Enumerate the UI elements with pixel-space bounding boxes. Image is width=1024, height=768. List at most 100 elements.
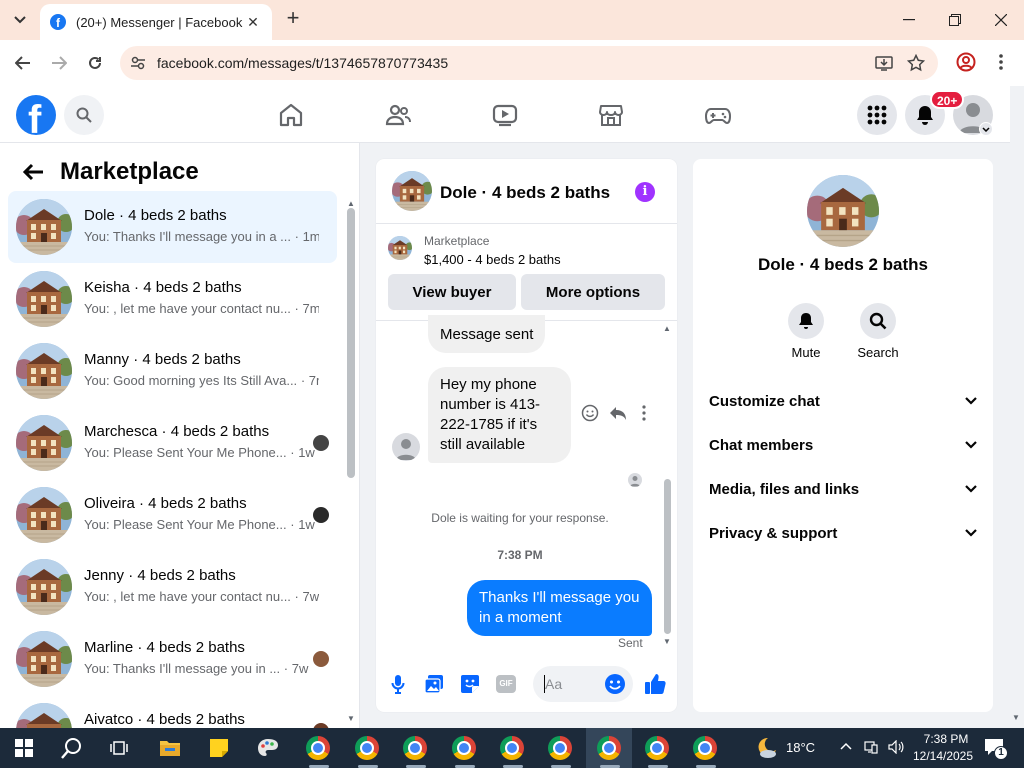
tray-chevron-up-icon[interactable] bbox=[840, 742, 852, 750]
gif-button[interactable]: GIF bbox=[494, 672, 518, 696]
listing-price[interactable]: $1,400 - 4 beds 2 baths bbox=[424, 252, 561, 267]
nav-marketplace[interactable] bbox=[597, 102, 625, 128]
view-buyer-button[interactable]: View buyer bbox=[388, 274, 516, 310]
taskbar-clock-date[interactable]: 12/14/2025 bbox=[910, 749, 976, 763]
reply-icon[interactable] bbox=[609, 404, 627, 422]
nav-video[interactable] bbox=[491, 102, 519, 128]
attach-photo-button[interactable] bbox=[422, 672, 446, 696]
chrome-window-4[interactable] bbox=[446, 734, 482, 762]
facebook-logo[interactable]: f bbox=[16, 95, 56, 135]
conversation-name: Dole · 4 beds 2 baths bbox=[84, 207, 227, 224]
details-thumbnail[interactable] bbox=[807, 175, 879, 247]
weather-temperature[interactable]: 18°C bbox=[786, 740, 815, 755]
info-icon[interactable]: i bbox=[635, 182, 655, 202]
conversation-item[interactable]: Dole · 4 beds 2 baths You: Thanks I'll me… bbox=[8, 191, 337, 263]
mute-button[interactable] bbox=[788, 303, 824, 339]
tab-close-icon[interactable]: ✕ bbox=[244, 14, 262, 31]
mute-action[interactable]: Mute bbox=[776, 303, 836, 360]
taskbar-clock-time[interactable]: 7:38 PM bbox=[916, 732, 976, 746]
media-files-links-label: Media, files and links bbox=[709, 480, 860, 498]
forward-button[interactable] bbox=[46, 50, 72, 76]
message-more-icon[interactable] bbox=[641, 404, 647, 422]
media-files-links-row[interactable]: Media, files and links bbox=[709, 469, 977, 509]
chat-scroll-up-arrow[interactable]: ▲ bbox=[663, 324, 671, 333]
page-scroll-down-arrow[interactable]: ▼ bbox=[1012, 713, 1020, 722]
tab-search-button[interactable] bbox=[8, 8, 32, 32]
reload-button[interactable] bbox=[82, 50, 108, 76]
browser-tab[interactable]: f (20+) Messenger | Facebook ✕ bbox=[40, 4, 272, 40]
install-app-icon[interactable] bbox=[875, 54, 893, 72]
more-options-button[interactable]: More options bbox=[521, 274, 665, 310]
chat-thumbnail[interactable] bbox=[392, 171, 432, 211]
conversation-item[interactable]: Keisha · 4 beds 2 baths You: , let me hav… bbox=[8, 263, 337, 335]
chrome-window-3[interactable] bbox=[397, 734, 433, 762]
menu-button[interactable] bbox=[857, 95, 897, 135]
sender-avatar[interactable] bbox=[392, 433, 420, 461]
chrome-window-2[interactable] bbox=[349, 734, 385, 762]
taskbar-search-button[interactable] bbox=[54, 734, 90, 762]
conversation-item[interactable]: Aivatco · 4 beds 2 baths bbox=[8, 695, 337, 728]
back-arrow-icon[interactable] bbox=[20, 163, 46, 181]
conversation-item[interactable]: Oliveira · 4 beds 2 baths You: Please Sen… bbox=[8, 479, 337, 551]
react-emoji-icon[interactable] bbox=[581, 404, 599, 422]
file-explorer-button[interactable] bbox=[152, 734, 188, 762]
message-bubble-incoming[interactable]: Message sent bbox=[428, 315, 546, 353]
close-window-button[interactable] bbox=[978, 0, 1024, 40]
customize-chat-row[interactable]: Customize chat bbox=[709, 381, 977, 421]
chrome-window-8[interactable] bbox=[639, 734, 675, 762]
chat-title[interactable]: Dole · 4 beds 2 baths bbox=[440, 183, 610, 203]
chrome-window-6[interactable] bbox=[542, 734, 578, 762]
scroll-up-arrow[interactable]: ▲ bbox=[347, 199, 355, 208]
like-button[interactable] bbox=[643, 672, 667, 696]
conversation-item[interactable]: Marchesca · 4 beds 2 baths You: Please Se… bbox=[8, 407, 337, 479]
scroll-down-arrow[interactable]: ▼ bbox=[347, 714, 355, 723]
restore-button[interactable] bbox=[932, 0, 978, 40]
browser-menu-icon[interactable] bbox=[996, 52, 1006, 72]
account-chevron[interactable] bbox=[979, 122, 993, 136]
minimize-button[interactable] bbox=[886, 0, 932, 40]
moon-cloud-icon bbox=[758, 737, 776, 758]
message-bubble-outgoing[interactable]: Thanks I'll message you in a moment bbox=[467, 580, 652, 636]
chrome-window-5[interactable] bbox=[494, 734, 530, 762]
bookmark-star-icon[interactable] bbox=[907, 54, 925, 72]
emoji-button[interactable] bbox=[603, 672, 627, 696]
chrome-window-9[interactable] bbox=[687, 734, 723, 762]
notification-center-button[interactable]: 1 bbox=[984, 738, 1008, 761]
message-bubble-incoming[interactable]: Hey my phone number is 413-222-1785 if i… bbox=[428, 367, 571, 463]
conversation-item[interactable]: Manny · 4 beds 2 baths You: Good morning … bbox=[8, 335, 337, 407]
back-button[interactable] bbox=[10, 50, 36, 76]
facebook-search-button[interactable] bbox=[64, 95, 104, 135]
new-tab-button[interactable]: + bbox=[282, 7, 304, 30]
conversation-item[interactable]: Jenny · 4 beds 2 baths You: , let me have… bbox=[8, 551, 337, 623]
paint-palette-icon bbox=[258, 739, 278, 756]
chat-scrollbar[interactable] bbox=[664, 479, 671, 634]
weather-widget[interactable] bbox=[748, 734, 784, 762]
paint-app-button[interactable] bbox=[250, 734, 286, 762]
network-icon[interactable] bbox=[864, 740, 878, 754]
sticky-notes-button[interactable] bbox=[201, 734, 237, 762]
conversation-item[interactable]: Marline · 4 beds 2 baths You: Thanks I'll… bbox=[8, 623, 337, 695]
chrome-window-1[interactable] bbox=[300, 734, 336, 762]
address-bar[interactable]: facebook.com/messages/t/1374657870773435 bbox=[120, 46, 938, 80]
chat-details-panel: Dole · 4 beds 2 baths Mute Search Custom… bbox=[693, 159, 993, 712]
voice-clip-button[interactable] bbox=[386, 672, 410, 696]
chat-members-row[interactable]: Chat members bbox=[709, 425, 977, 465]
nav-home[interactable] bbox=[277, 102, 305, 128]
chat-scroll-down-arrow[interactable]: ▼ bbox=[663, 637, 671, 646]
search-action[interactable]: Search bbox=[848, 303, 908, 360]
nav-friends[interactable] bbox=[384, 102, 412, 128]
site-settings-icon[interactable] bbox=[130, 55, 146, 71]
profile-icon[interactable] bbox=[956, 52, 976, 72]
speaker-icon[interactable] bbox=[888, 740, 904, 754]
sticker-button[interactable] bbox=[458, 672, 482, 696]
sidebar-scrollbar[interactable] bbox=[347, 208, 355, 478]
listing-thumbnail[interactable] bbox=[388, 236, 412, 260]
privacy-support-row[interactable]: Privacy & support bbox=[709, 513, 977, 553]
conversation-preview: You: Please Sent Your Me Phone... bbox=[84, 517, 287, 532]
search-in-chat-button[interactable] bbox=[860, 303, 896, 339]
chrome-window-7[interactable] bbox=[591, 734, 627, 762]
nav-gaming[interactable] bbox=[704, 102, 732, 128]
start-button[interactable] bbox=[6, 734, 42, 762]
notification-count: 1 bbox=[994, 746, 1008, 760]
task-view-button[interactable] bbox=[101, 734, 137, 762]
